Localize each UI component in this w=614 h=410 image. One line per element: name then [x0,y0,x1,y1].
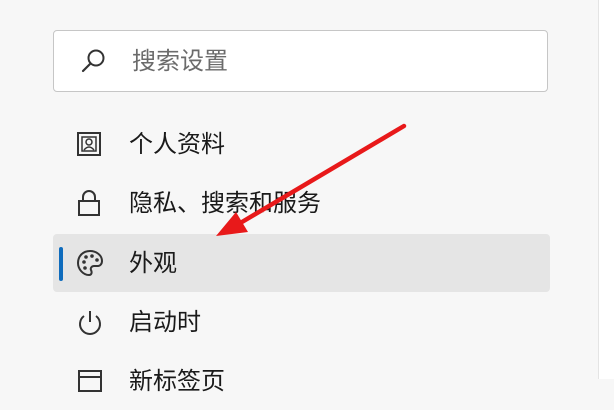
sidebar-item-label: 新标签页 [129,367,225,395]
sidebar-item-new-tab[interactable]: 新标签页 [53,352,550,410]
profile-icon [77,132,101,156]
new-tab-icon [78,370,102,392]
sidebar-item-startup[interactable]: 启动时 [53,293,550,351]
sidebar-item-label: 外观 [129,249,177,277]
search-input[interactable]: 搜索设置 [53,30,548,92]
palette-icon [76,249,104,277]
selected-indicator [59,247,63,281]
sidebar-item-profile[interactable]: 个人资料 [53,115,550,173]
power-icon [79,311,101,335]
sidebar-item-label: 隐私、搜索和服务 [129,189,321,217]
sidebar-item-label: 启动时 [129,308,201,336]
lock-icon [78,190,100,216]
sidebar-item-appearance[interactable]: 外观 [53,234,550,292]
search-icon [81,49,105,73]
search-placeholder: 搜索设置 [132,47,228,75]
sidebar-item-label: 个人资料 [129,130,225,158]
scrollbar-track[interactable] [598,0,614,379]
sidebar-item-privacy[interactable]: 隐私、搜索和服务 [53,174,550,232]
